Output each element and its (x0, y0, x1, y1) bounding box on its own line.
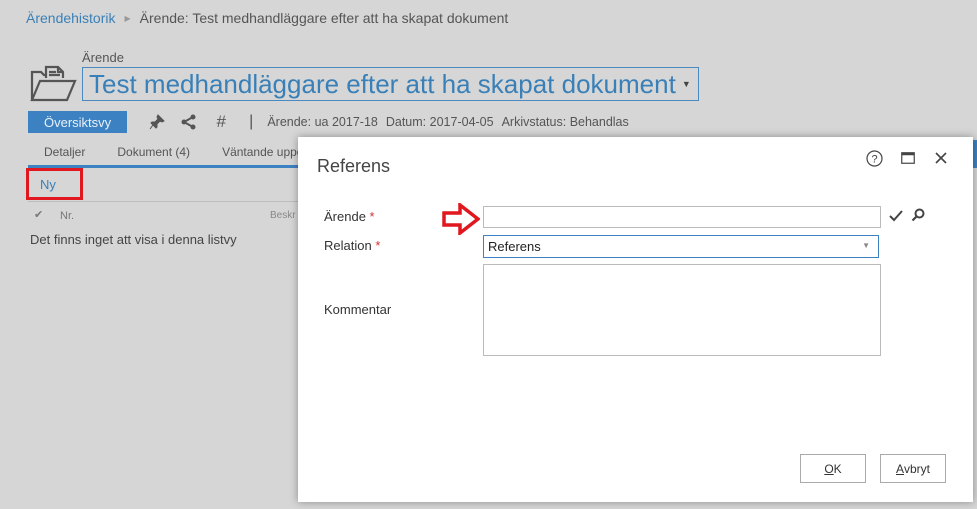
column-header-description[interactable]: Beskr (270, 210, 296, 221)
breadcrumb-current: Ärende: Test medhandläggare efter att ha… (139, 10, 509, 26)
background-accent-edge (973, 140, 977, 166)
svg-text:?: ? (871, 153, 877, 165)
share-icon[interactable] (179, 112, 199, 132)
case-label: Ärende (82, 50, 124, 65)
search-icon[interactable] (911, 208, 925, 222)
breadcrumb-separator-icon: ▶ (124, 13, 131, 23)
list-divider (28, 201, 298, 202)
meta-archive-status: Arkivstatus: Behandlas (501, 115, 629, 129)
meta-date: Datum: 2017-04-05 (385, 115, 494, 129)
column-header-nr[interactable]: Nr. (60, 210, 74, 222)
breadcrumb-parent-link[interactable]: Ärendehistorik (26, 10, 116, 26)
arende-input[interactable] (483, 206, 881, 228)
case-title-dropdown[interactable]: Test medhandläggare efter att ha skapat … (82, 67, 699, 101)
relation-label: Relation * (324, 238, 381, 253)
close-icon[interactable] (932, 149, 950, 167)
chevron-down-icon: ▼ (681, 79, 691, 89)
overview-button[interactable]: Översiktsvy (28, 111, 128, 133)
tab-documents[interactable]: Dokument (4) (101, 143, 206, 165)
dialog-title: Referens (317, 156, 391, 176)
relation-select-value: Referens (488, 239, 541, 254)
new-button-highlight: Ny (26, 168, 83, 200)
arende-label: Ärende * (324, 209, 375, 224)
pin-icon[interactable] (147, 112, 167, 132)
red-arrow-annotation-icon (442, 203, 480, 235)
hash-icon[interactable]: # (211, 112, 231, 132)
relation-select[interactable]: Referens ▼ (483, 235, 879, 258)
kommentar-textarea[interactable] (483, 264, 881, 356)
select-all-checkmark-icon[interactable]: ✔ (34, 208, 43, 221)
new-button[interactable]: Ny (40, 177, 56, 192)
maximize-icon[interactable] (899, 149, 917, 167)
folder-document-icon (30, 65, 77, 102)
ok-button[interactable]: OK (800, 454, 866, 483)
tab-details[interactable]: Detaljer (28, 143, 101, 165)
case-toolbar: Översiktsvy # | Ärende: ua 2017-18 Datum… (28, 111, 637, 133)
cancel-button[interactable]: Avbryt (880, 454, 946, 483)
case-title: Test medhandläggare efter att ha skapat … (89, 68, 676, 99)
toolbar-divider: | (249, 113, 254, 130)
help-icon[interactable]: ? (865, 149, 883, 167)
kommentar-label: Kommentar (324, 302, 392, 317)
check-icon[interactable] (889, 209, 903, 223)
reference-dialog: Referens ? Ärende * Relation * Referens … (298, 137, 973, 502)
breadcrumb: Ärendehistorik ▶ Ärende: Test medhandläg… (26, 10, 508, 26)
dropdown-arrow-icon: ▼ (862, 241, 870, 250)
meta-case-number: Ärende: ua 2017-18 (267, 115, 378, 129)
empty-list-message: Det finns inget att visa i denna listvy (30, 232, 237, 247)
